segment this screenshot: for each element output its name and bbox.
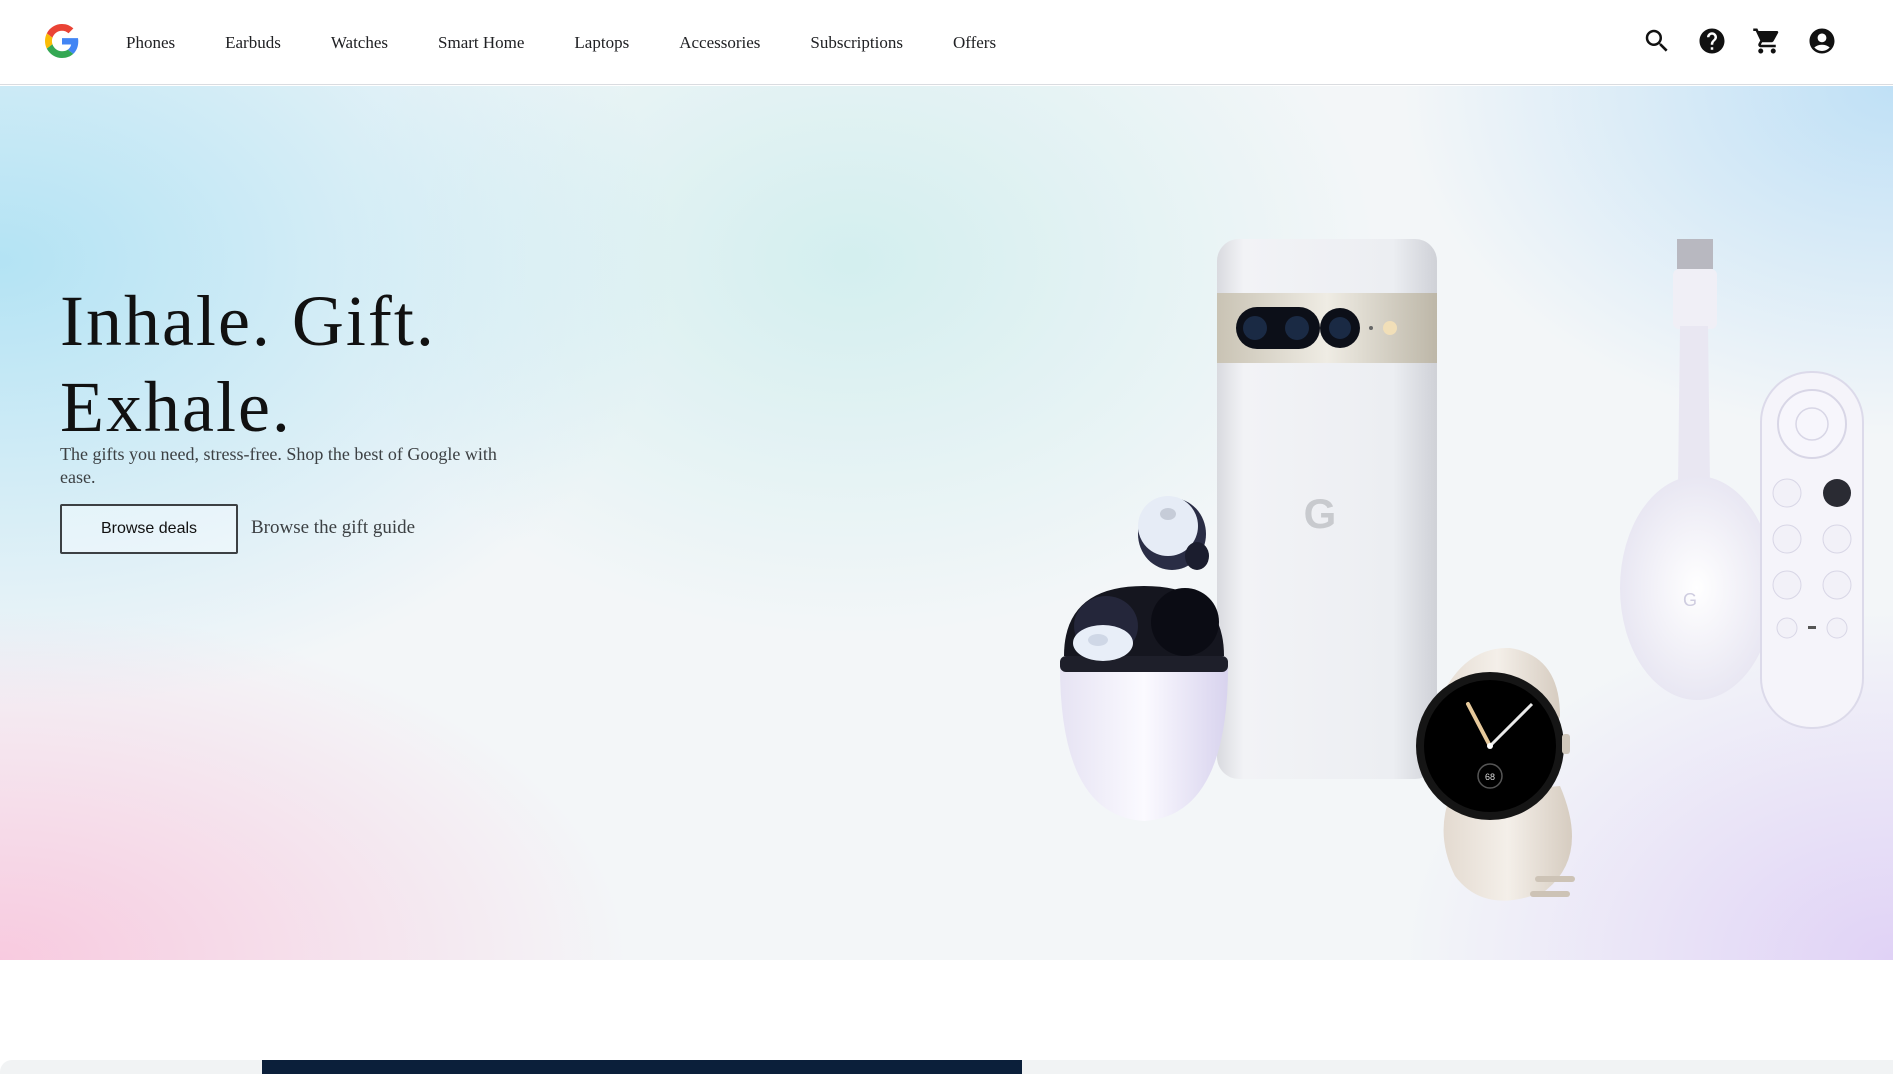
hero-title-line-1: Inhale. Gift. — [60, 281, 436, 361]
svg-text:G: G — [1304, 490, 1337, 537]
promo-card-right[interactable] — [1022, 1060, 1893, 1074]
hero-title: Inhale. Gift. Exhale. — [60, 278, 436, 450]
nav-item-smart-home[interactable]: Smart Home — [438, 33, 524, 53]
cart-icon[interactable] — [1750, 24, 1784, 58]
svg-text:G: G — [1683, 590, 1697, 610]
browse-deals-button[interactable]: Browse deals — [60, 504, 238, 554]
hero-products-image: G G 68 — [1060, 239, 1864, 901]
nav-item-accessories[interactable]: Accessories — [679, 33, 760, 53]
hero-title-line-2: Exhale. — [60, 367, 292, 447]
main-nav: Phones Earbuds Watches Smart Home Laptop… — [126, 0, 1046, 85]
chromecast-illustration: G — [1620, 239, 1774, 700]
pixel-watch-illustration: 68 — [1416, 647, 1575, 901]
help-icon[interactable] — [1695, 24, 1729, 58]
account-icon[interactable] — [1805, 24, 1839, 58]
nav-item-earbuds[interactable]: Earbuds — [225, 33, 281, 53]
promo-card-left[interactable] — [0, 1060, 262, 1074]
nav-item-laptops[interactable]: Laptops — [574, 33, 629, 53]
promo-card-featured[interactable] — [262, 1060, 1022, 1074]
browse-gift-guide-link[interactable]: Browse the gift guide — [251, 517, 415, 539]
earbuds-case-illustration — [1060, 586, 1228, 821]
nav-item-subscriptions[interactable]: Subscriptions — [810, 33, 903, 53]
next-section-preview — [0, 960, 1893, 1074]
hero-subtitle: The gifts you need, stress-free. Shop th… — [60, 444, 497, 487]
watch-heart-rate-readout: 68 — [1485, 772, 1495, 782]
nav-item-phones[interactable]: Phones — [126, 33, 175, 53]
voice-remote-illustration — [1760, 371, 1864, 729]
header-actions — [1619, 24, 1839, 58]
google-logo-icon[interactable] — [45, 24, 79, 58]
nav-item-offers[interactable]: Offers — [953, 33, 996, 53]
search-icon[interactable] — [1640, 24, 1674, 58]
earbud-illustration — [1138, 496, 1209, 570]
hero-banner: Inhale. Gift. Exhale. The gifts you need… — [0, 86, 1893, 960]
nav-item-watches[interactable]: Watches — [331, 33, 388, 53]
top-navigation-bar: Phones Earbuds Watches Smart Home Laptop… — [0, 0, 1893, 85]
pixel-phone-illustration: G — [1217, 239, 1437, 779]
